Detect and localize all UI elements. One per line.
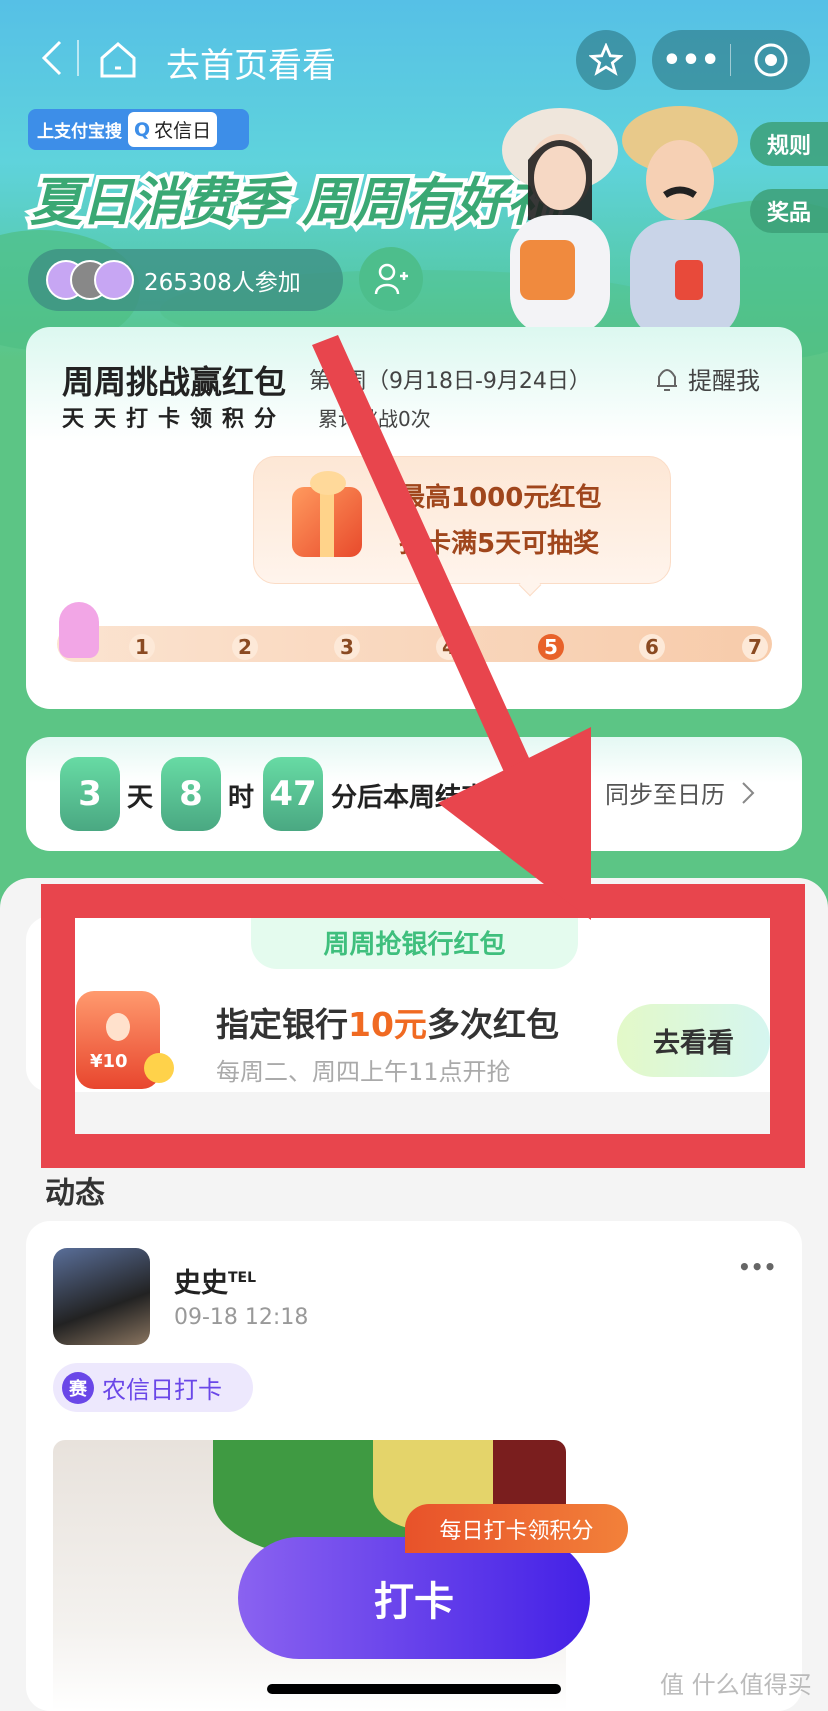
back-button[interactable] bbox=[38, 38, 68, 78]
reward-bubble: 最高1000元红包 打卡满5天可抽奖 bbox=[253, 456, 671, 597]
post-username[interactable]: 史史TEL bbox=[174, 1261, 256, 1300]
bell-icon bbox=[657, 368, 677, 391]
countdown-hours: 8 bbox=[161, 757, 221, 831]
farmers-illustration bbox=[502, 106, 740, 330]
home-button[interactable] bbox=[98, 40, 138, 80]
invite-button[interactable] bbox=[359, 247, 423, 311]
add-user-icon bbox=[374, 263, 408, 295]
participants-pill[interactable]: 265308人参加 bbox=[28, 249, 343, 311]
post-time: 09-18 12:18 bbox=[174, 1305, 309, 1330]
campaign-headline: 夏日消费季 周周有好礼 bbox=[26, 169, 562, 237]
participants-count: 265308人参加 bbox=[144, 270, 301, 296]
weekly-challenge-card: 周周挑战赢红包 第4周（9月18日-9月24日） 提醒我 天天打卡领积分 累计挑… bbox=[26, 327, 802, 709]
day-6: 6 bbox=[639, 634, 665, 660]
search-icon: Q bbox=[134, 118, 151, 141]
prizes-tab[interactable]: 奖品 bbox=[750, 189, 828, 233]
chevron-right-icon bbox=[742, 781, 755, 804]
day-3: 3 bbox=[334, 634, 360, 660]
rules-tab[interactable]: 规则 bbox=[750, 122, 828, 166]
home-icon bbox=[100, 42, 136, 78]
countdown-card: 3 天 8 时 47 分后本周结束 同步至日历 bbox=[26, 737, 802, 851]
countdown-suffix: 分后本周结束 bbox=[331, 783, 488, 813]
star-icon bbox=[589, 43, 623, 76]
chevron-left-icon bbox=[41, 40, 62, 76]
post-topic-tag[interactable]: 赛 农信日打卡 bbox=[53, 1363, 253, 1412]
search-tag[interactable]: 上支付宝搜 Q 农信日 bbox=[28, 109, 249, 150]
avatar bbox=[94, 260, 134, 300]
more-button[interactable]: ••• bbox=[652, 30, 730, 90]
challenge-title: 周周挑战赢红包 bbox=[62, 363, 287, 401]
bubble-line-1: 最高1000元红包 bbox=[399, 483, 602, 513]
countdown-days: 3 bbox=[60, 757, 120, 831]
day-5: 5 bbox=[538, 634, 564, 660]
day-4: 4 bbox=[436, 634, 462, 660]
checkin-button[interactable]: 打卡 bbox=[238, 1537, 590, 1659]
checkin-points-badge: 每日打卡领积分 bbox=[405, 1504, 628, 1553]
remind-button[interactable]: 提醒我 bbox=[654, 361, 760, 396]
more-dots-icon: ••• bbox=[662, 42, 720, 78]
countdown-minutes: 47 bbox=[263, 757, 323, 831]
watermark: 值 什么值得买 bbox=[660, 1671, 812, 1699]
day-2: 2 bbox=[232, 634, 258, 660]
annotation-highlight-box bbox=[41, 884, 805, 1168]
user-avatar[interactable] bbox=[53, 1248, 150, 1345]
gift-icon bbox=[292, 471, 362, 557]
challenge-week: 第4周（9月18日-9月24日） bbox=[309, 369, 591, 394]
mini-app-capsule: ••• bbox=[652, 30, 810, 90]
contest-icon: 赛 bbox=[62, 1371, 94, 1404]
search-prefix: 上支付宝搜 bbox=[37, 122, 122, 142]
post-more-button[interactable]: ••• bbox=[738, 1255, 776, 1279]
close-mini-app-button[interactable] bbox=[731, 30, 810, 90]
favorite-button[interactable] bbox=[576, 30, 636, 90]
sync-calendar-link[interactable]: 同步至日历 bbox=[605, 775, 759, 810]
search-keyword: 农信日 bbox=[154, 120, 212, 142]
mascot-icon bbox=[59, 602, 99, 658]
day-1: 1 bbox=[129, 634, 155, 660]
nav-divider bbox=[77, 40, 79, 76]
more-dots-icon: ••• bbox=[738, 1255, 777, 1279]
feed-section-title: 动态 bbox=[45, 1176, 105, 1211]
target-circle-icon bbox=[754, 43, 787, 77]
home-indicator bbox=[267, 1684, 561, 1694]
nav-title[interactable]: 去首页看看 bbox=[166, 38, 336, 87]
day-7: 7 bbox=[742, 634, 768, 660]
day-progress-track: 1 2 3 4 5 6 7 bbox=[57, 602, 772, 662]
hours-unit: 时 bbox=[228, 783, 255, 813]
days-unit: 天 bbox=[127, 783, 154, 813]
challenge-subtitle: 天天打卡领积分 bbox=[62, 407, 287, 432]
bubble-line-2: 打卡满5天可抽奖 bbox=[399, 529, 600, 559]
challenge-count: 累计挑战0次 bbox=[318, 407, 431, 431]
